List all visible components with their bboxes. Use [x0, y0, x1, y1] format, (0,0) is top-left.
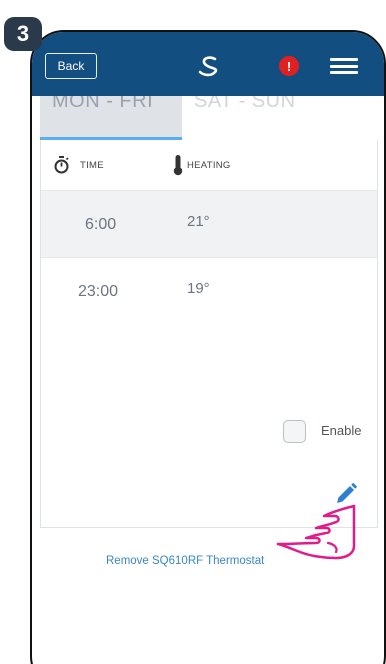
alert-icon[interactable]: ! — [279, 56, 299, 76]
heating-column-header: HEATING — [172, 154, 231, 176]
row-time: 23:00 — [78, 283, 119, 300]
schedule-row[interactable]: 6:00 21° — [41, 191, 377, 257]
time-column-header: TIME — [53, 156, 104, 174]
thermometer-icon — [173, 155, 183, 176]
day-tabs: MON - FRI SAT - SUN — [32, 96, 384, 140]
stopwatch-icon — [54, 156, 69, 174]
schedule-header: TIME HEATING — [41, 140, 377, 190]
phone-frame: Back ! MON - FRI SAT - SUN TIME HEATING … — [30, 30, 386, 664]
tab-mon-fri-label: MON - FRI — [52, 96, 154, 112]
tab-mon-fri[interactable]: MON - FRI — [40, 96, 182, 140]
row-time: 6:00 — [85, 216, 117, 233]
top-nav-bar: Back ! — [32, 32, 384, 96]
heating-header-label: HEATING — [187, 159, 231, 171]
enable-label: Enable — [321, 423, 362, 438]
schedule-row[interactable]: 23:00 19° — [41, 258, 377, 324]
row-temperature: 19° — [187, 280, 210, 297]
tab-sat-sun[interactable]: SAT - SUN — [184, 96, 354, 140]
schedule-panel: TIME HEATING 6:00 21° 23:00 19° Enable — [40, 140, 378, 528]
row-temperature: 21° — [187, 213, 210, 230]
back-button[interactable]: Back — [45, 53, 97, 79]
enable-checkbox[interactable] — [283, 420, 306, 443]
hamburger-menu-icon[interactable] — [330, 58, 358, 74]
tab-sat-sun-label: SAT - SUN — [194, 96, 296, 112]
time-header-label: TIME — [80, 159, 104, 171]
step-badge: 3 — [4, 17, 42, 51]
pointing-hand-icon — [276, 504, 356, 560]
salus-logo-icon — [198, 56, 218, 77]
remove-thermostat-link[interactable]: Remove SQ610RF Thermostat — [106, 555, 264, 567]
